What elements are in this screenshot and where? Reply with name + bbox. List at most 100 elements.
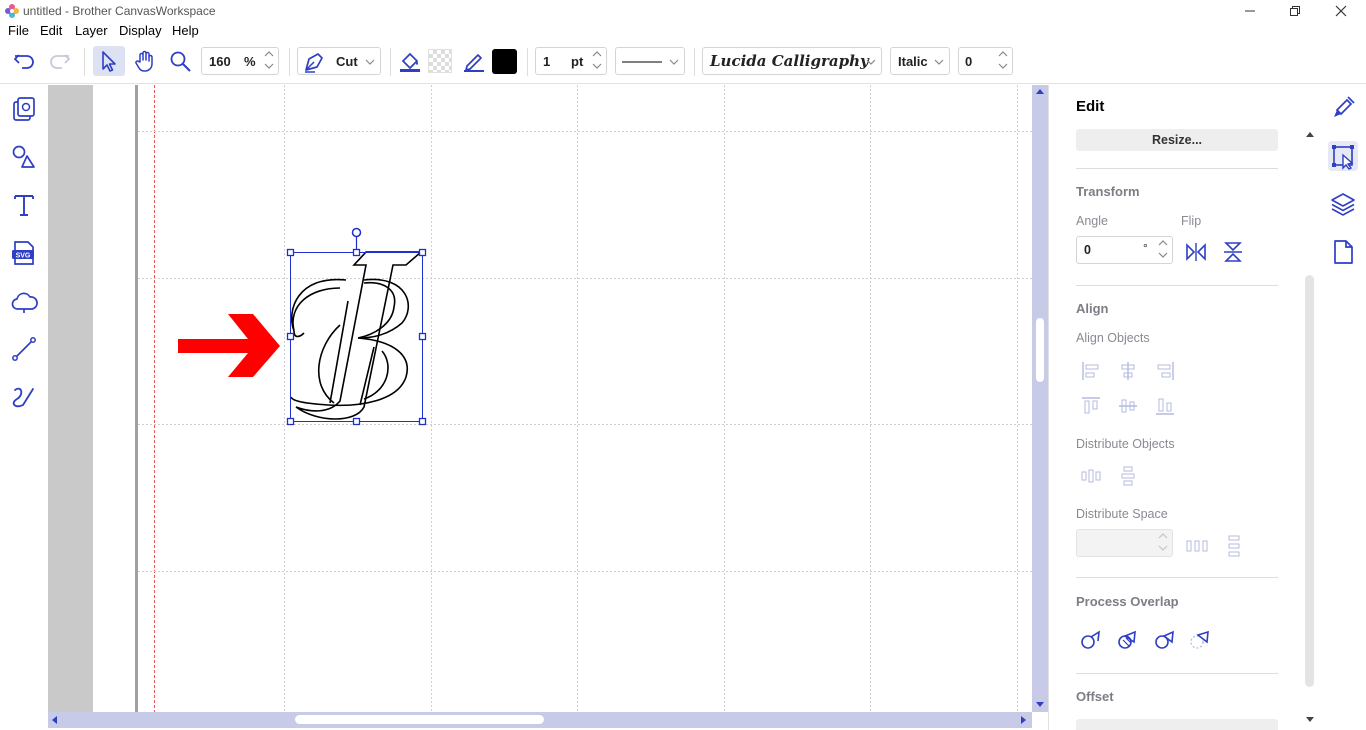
panel-scrollbar-thumb[interactable] <box>1305 275 1314 687</box>
title-bar: untitled - Brother CanvasWorkspace <box>0 0 1366 22</box>
line-color-button[interactable] <box>462 49 486 73</box>
letter-spacing-value[interactable]: 0 <box>965 54 972 69</box>
red-arrow-annotation <box>178 314 280 377</box>
angle-unit: ° <box>1143 241 1148 255</box>
menu-help[interactable]: Help <box>172 23 199 38</box>
panel-scroll-up-icon[interactable] <box>1305 129 1315 139</box>
transform-heading: Transform <box>1076 184 1140 199</box>
cursor-arrow-icon <box>102 51 116 72</box>
panel-tabs <box>1318 85 1366 730</box>
panel-scroll-down-icon[interactable] <box>1305 715 1315 725</box>
group-overlap-icon[interactable] <box>1117 629 1139 651</box>
letter-spacing-field[interactable]: 0 <box>958 47 1013 75</box>
canvas-vertical-scrollbar[interactable] <box>1032 85 1048 712</box>
mode-label: Cut <box>336 54 358 69</box>
resize-button[interactable]: Resize... <box>1076 129 1278 151</box>
undo-button[interactable] <box>12 50 36 72</box>
edit-panel: Edit Resize... Transform Angle Flip 0 ° … <box>1048 85 1318 730</box>
image-trace-button[interactable] <box>10 287 38 315</box>
design-canvas[interactable] <box>48 85 1032 712</box>
zoom-spinner-icon <box>264 51 274 69</box>
menu-display[interactable]: Display <box>119 23 162 38</box>
align-left-icon[interactable] <box>1080 360 1102 382</box>
text-icon <box>14 195 34 216</box>
paint-bucket-icon <box>400 52 420 72</box>
freehand-curve-icon <box>12 387 34 408</box>
angle-value[interactable]: 0 <box>1084 243 1091 257</box>
fill-swatch-transparent[interactable] <box>428 49 452 73</box>
divide-icon[interactable] <box>1154 629 1176 651</box>
chevron-down-icon <box>866 59 876 65</box>
restore-button[interactable] <box>1272 0 1318 22</box>
minimize-button[interactable] <box>1227 0 1273 22</box>
restore-icon <box>1290 6 1300 16</box>
pattern-library-button[interactable] <box>10 95 38 123</box>
menu-file[interactable]: File <box>8 23 29 38</box>
tab-page[interactable] <box>1328 237 1358 267</box>
align-top-icon[interactable] <box>1080 395 1102 417</box>
angle-label: Angle <box>1076 214 1108 228</box>
process-overlap-heading: Process Overlap <box>1076 594 1179 609</box>
weld-icon[interactable] <box>1080 629 1102 651</box>
grid-lines <box>138 85 1032 712</box>
line-width-field[interactable]: 1 pt <box>535 47 607 75</box>
canvas-horizontal-scrollbar[interactable] <box>48 712 1032 728</box>
font-style-label: Italic <box>898 54 928 69</box>
distribute-objects-label: Distribute Objects <box>1076 437 1175 451</box>
align-middle-icon[interactable] <box>1117 395 1139 417</box>
menu-layer[interactable]: Layer <box>75 23 108 38</box>
svg-import-button[interactable]: SVG <box>10 239 38 267</box>
canvas-drawing[interactable] <box>48 85 1032 712</box>
distribute-space-vertical-icon[interactable] <box>1222 535 1244 557</box>
line-width-value[interactable]: 1 <box>543 54 550 69</box>
line-width-unit: pt <box>571 54 584 69</box>
zoom-field[interactable]: 160 % <box>201 47 279 75</box>
align-right-icon[interactable] <box>1154 360 1176 382</box>
zoom-value[interactable]: 160 <box>209 54 231 69</box>
tab-layers[interactable] <box>1328 189 1358 219</box>
text-tool-button[interactable] <box>10 191 38 219</box>
layers-icon <box>1331 193 1355 216</box>
line-style-dropdown[interactable] <box>615 47 685 75</box>
font-dropdown[interactable]: Lucida Calligraphy <box>702 47 882 75</box>
line-tool-button[interactable] <box>10 335 38 363</box>
tab-attributes[interactable] <box>1328 93 1358 123</box>
cloud-shape-icon <box>11 292 38 313</box>
offset-button[interactable] <box>1076 719 1278 730</box>
chevron-down-icon <box>365 59 375 65</box>
angle-field[interactable]: 0 ° <box>1076 236 1173 264</box>
menu-bar: File Edit Layer Display Help <box>0 22 1366 40</box>
main-toolbar: 160 % Cut 1 pt Lucida Calligraphy Italic… <box>0 40 1366 84</box>
align-bottom-icon[interactable] <box>1154 395 1176 417</box>
font-style-dropdown[interactable]: Italic <box>890 47 950 75</box>
subtract-icon[interactable] <box>1189 629 1211 651</box>
line-color-swatch[interactable] <box>492 49 517 74</box>
distribute-space-label: Distribute Space <box>1076 507 1168 521</box>
flip-horizontal-icon[interactable] <box>1185 241 1207 263</box>
window-title: untitled - Brother CanvasWorkspace <box>23 4 216 18</box>
paint-brush-icon <box>1334 96 1355 117</box>
shapes-tool-button[interactable] <box>10 143 38 171</box>
distribute-space-horizontal-icon[interactable] <box>1186 535 1208 557</box>
pan-tool-button[interactable] <box>132 48 158 74</box>
flip-vertical-icon[interactable] <box>1222 241 1244 263</box>
align-center-icon[interactable] <box>1117 360 1139 382</box>
distribute-vertical-icon[interactable] <box>1117 465 1139 487</box>
undo-icon <box>13 54 34 69</box>
redo-button[interactable] <box>48 50 72 72</box>
select-tool-button[interactable] <box>93 46 125 76</box>
distribute-space-field[interactable] <box>1076 529 1173 557</box>
zoom-unit: % <box>244 54 256 69</box>
fill-color-button[interactable] <box>398 49 422 73</box>
svg-text:SVG: SVG <box>16 253 31 260</box>
tab-edit[interactable] <box>1328 141 1358 171</box>
zoom-tool-button[interactable] <box>168 49 194 75</box>
freehand-tool-button[interactable] <box>10 383 38 411</box>
left-toolbox: SVG <box>0 85 48 730</box>
app-logo-icon <box>4 3 20 19</box>
distribute-horizontal-icon[interactable] <box>1080 465 1102 487</box>
mode-dropdown[interactable]: Cut <box>297 47 381 75</box>
close-button[interactable] <box>1318 0 1364 22</box>
menu-edit[interactable]: Edit <box>40 23 62 38</box>
offset-heading: Offset <box>1076 689 1114 704</box>
